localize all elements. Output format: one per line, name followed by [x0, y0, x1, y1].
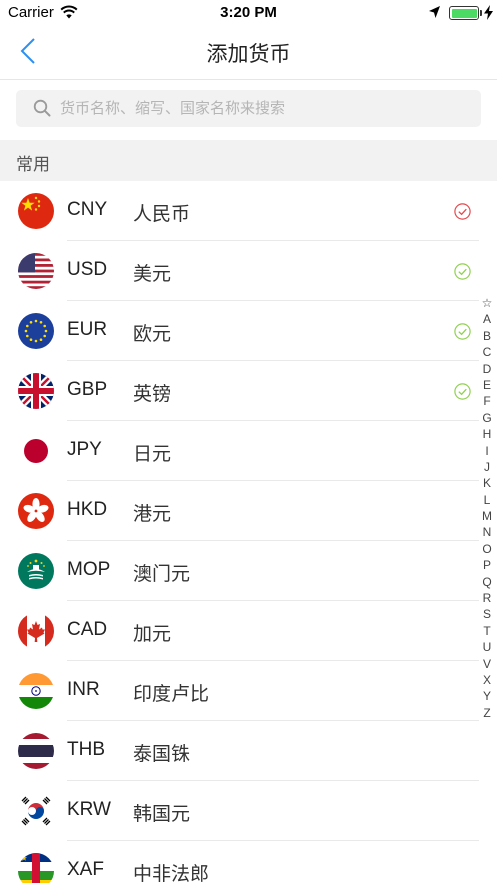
location-arrow-icon — [429, 6, 440, 18]
navigation-bar: 添加货币 — [0, 26, 497, 80]
india-flag-icon — [18, 673, 54, 709]
currency-code: THB — [67, 739, 105, 760]
currency-row-thb[interactable]: THB 泰国铢 — [0, 721, 497, 781]
clock: 3:20 PM — [220, 4, 277, 21]
currency-row-eur[interactable]: EUR 欧元 — [0, 301, 497, 361]
index-letter-t[interactable]: T — [479, 623, 495, 639]
currency-name: 韩国元 — [133, 804, 191, 825]
index-letter-p[interactable]: P — [479, 557, 495, 573]
section-header-common: 常用 — [0, 140, 497, 181]
central-african-flag-icon — [18, 853, 54, 883]
currency-name: 中非法郎 — [133, 864, 210, 883]
hong-kong-flag-icon — [18, 493, 54, 529]
currency-code: CAD — [67, 619, 108, 640]
index-letter-r[interactable]: R — [479, 590, 495, 606]
index-letter-g[interactable]: G — [479, 410, 495, 426]
index-letter-c[interactable]: C — [479, 344, 495, 360]
currency-name: 泰国铢 — [133, 744, 191, 765]
index-letter-j[interactable]: J — [479, 459, 495, 475]
index-letter-n[interactable]: N — [479, 524, 495, 540]
currency-code: KRW — [67, 799, 111, 820]
index-letter-h[interactable]: H — [479, 426, 495, 442]
currency-code: GBP — [67, 379, 108, 400]
index-letter-l[interactable]: L — [479, 492, 495, 508]
currency-code: MOP — [67, 559, 111, 580]
currency-name: 澳门元 — [133, 564, 191, 585]
currency-row-hkd[interactable]: HKD 港元 — [0, 481, 497, 541]
battery-tip — [480, 10, 482, 16]
battery-icon — [449, 6, 479, 20]
currency-row-jpy[interactable]: JPY 日元 — [0, 421, 497, 481]
macau-flag-icon — [18, 553, 54, 589]
eu-flag-icon — [18, 313, 54, 349]
currency-row-cad[interactable]: CAD 加元 — [0, 601, 497, 661]
currency-code: USD — [67, 259, 108, 280]
thailand-flag-icon — [18, 733, 54, 769]
currency-row-inr[interactable]: INR 印度卢比 — [0, 661, 497, 721]
charging-bolt-icon — [484, 5, 493, 20]
index-letter-o[interactable]: O — [479, 541, 495, 557]
currency-row-xaf[interactable]: XAF 中非法郎 — [0, 841, 497, 883]
check-circle-icon[interactable] — [454, 383, 471, 400]
currency-code: INR — [67, 679, 100, 700]
index-letter-b[interactable]: B — [479, 328, 495, 344]
south-korea-flag-icon — [18, 793, 54, 829]
alphabet-index[interactable]: ☆ A B C D E F G H I J K L M N O P Q R S T U V X Y Z — [479, 295, 495, 721]
japan-flag-icon — [18, 433, 54, 469]
currency-row-cny[interactable]: CNY 人民币 — [0, 181, 497, 241]
currency-row-usd[interactable]: USD 美元 — [0, 241, 497, 301]
status-bar: Carrier 3:20 PM — [0, 0, 497, 26]
index-letter-d[interactable]: D — [479, 361, 495, 377]
usa-flag-icon — [18, 253, 54, 289]
index-letter-z[interactable]: Z — [479, 705, 495, 721]
index-letter-v[interactable]: V — [479, 656, 495, 672]
currency-code: EUR — [67, 319, 108, 340]
currency-code: JPY — [67, 439, 102, 460]
currency-code: CNY — [67, 199, 108, 220]
currency-name: 港元 — [133, 504, 172, 525]
uk-flag-icon — [18, 373, 54, 409]
china-flag-icon — [18, 193, 54, 229]
currency-name: 美元 — [133, 264, 172, 285]
index-letter-u[interactable]: U — [479, 639, 495, 655]
index-letter-y[interactable]: Y — [479, 688, 495, 704]
search-bar[interactable] — [16, 90, 481, 127]
currency-row-gbp[interactable]: GBP 英镑 — [0, 361, 497, 421]
index-letter-a[interactable]: A — [479, 311, 495, 327]
currency-row-krw[interactable]: KRW 韩国元 — [0, 781, 497, 841]
index-letter-q[interactable]: Q — [479, 574, 495, 590]
index-letter-f[interactable]: F — [479, 393, 495, 409]
search-input[interactable] — [60, 90, 470, 127]
index-letter-m[interactable]: M — [479, 508, 495, 524]
section-title: 常用 — [16, 155, 50, 174]
currency-name: 印度卢比 — [133, 684, 210, 705]
currency-row-mop[interactable]: MOP 澳门元 — [0, 541, 497, 601]
index-letter-s[interactable]: S — [479, 606, 495, 622]
currency-name: 英镑 — [133, 384, 172, 405]
currency-code: HKD — [67, 499, 108, 520]
index-letter-e[interactable]: E — [479, 377, 495, 393]
check-circle-icon[interactable] — [454, 203, 471, 220]
search-icon — [33, 99, 51, 117]
canada-flag-icon — [18, 613, 54, 649]
page-title: 添加货币 — [206, 43, 291, 66]
index-letter-i[interactable]: I — [479, 443, 495, 459]
currency-name: 人民币 — [133, 204, 191, 225]
currency-code: XAF — [67, 859, 104, 880]
check-circle-icon[interactable] — [454, 263, 471, 280]
currency-name: 加元 — [133, 624, 172, 645]
currency-list: CNY 人民币 USD 美元 EUR 欧元 GBP 英镑 JPY 日元 HKD 港元 MOP 澳门元 CAD… — [0, 181, 497, 883]
index-letter-k[interactable]: K — [479, 475, 495, 491]
currency-name: 日元 — [133, 444, 172, 465]
index-star[interactable]: ☆ — [479, 295, 495, 311]
currency-name: 欧元 — [133, 324, 172, 345]
index-letter-x[interactable]: X — [479, 672, 495, 688]
check-circle-icon[interactable] — [454, 323, 471, 340]
